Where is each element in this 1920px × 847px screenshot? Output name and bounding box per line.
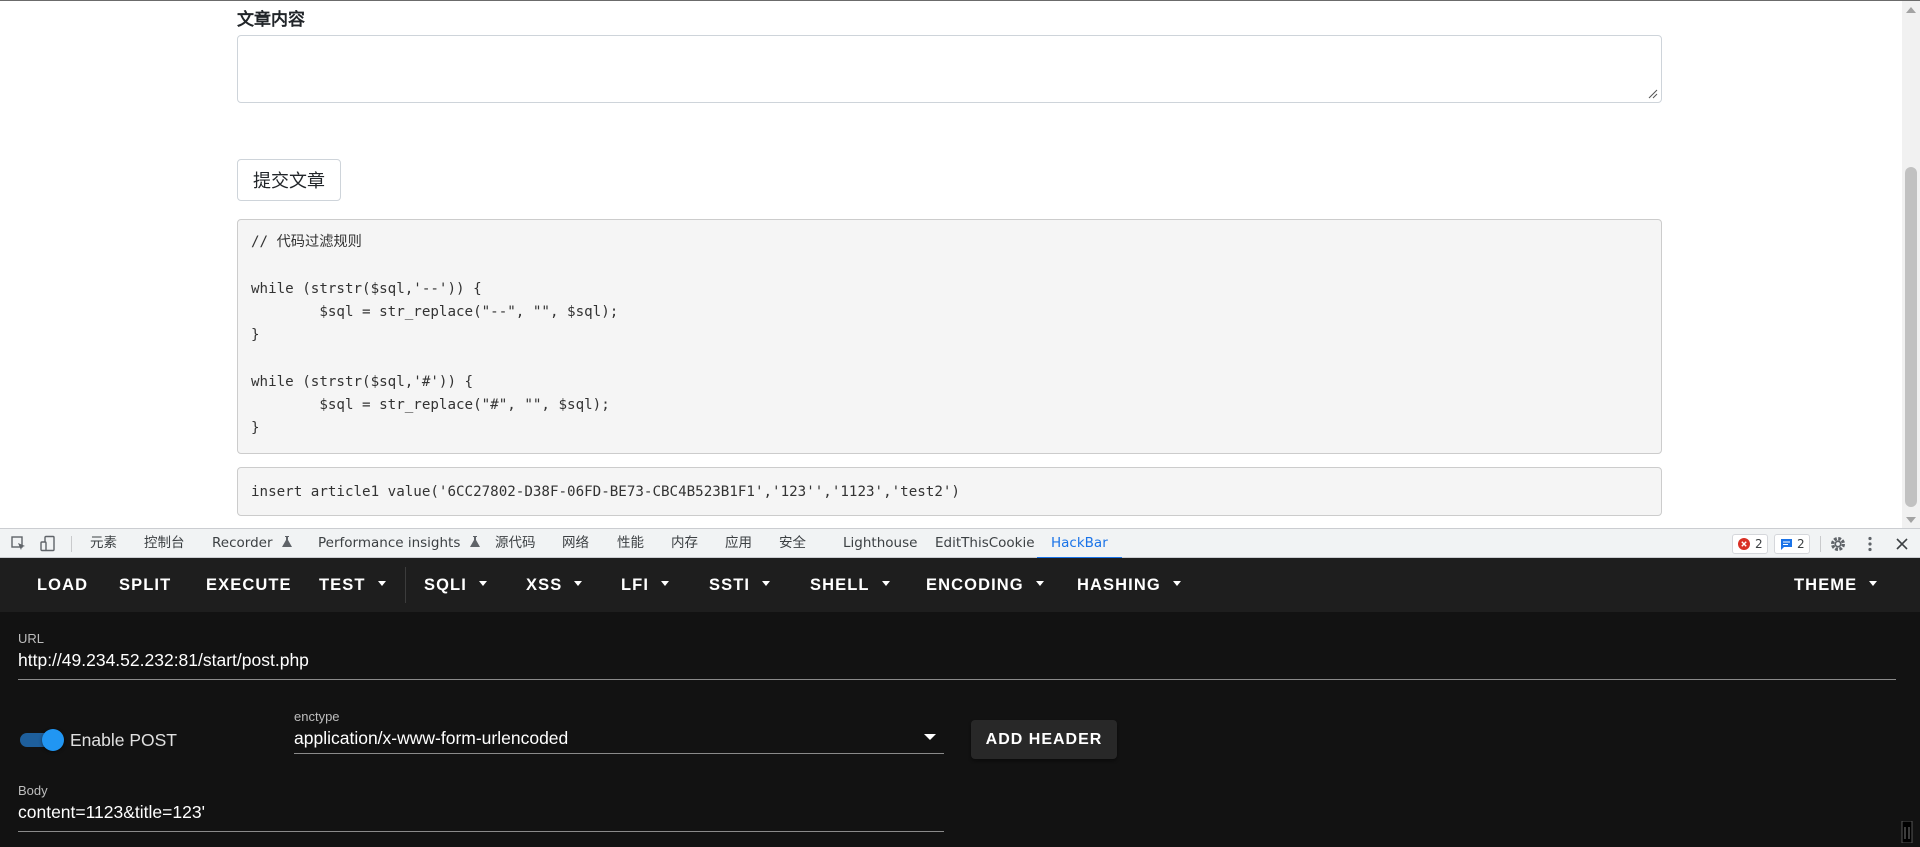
lfi-menu-button[interactable]: LFI bbox=[621, 558, 670, 612]
more-vert-icon[interactable] bbox=[1861, 535, 1879, 553]
url-underline bbox=[18, 679, 1896, 680]
inspect-element-icon[interactable] bbox=[10, 535, 28, 553]
lfi-menu-label: LFI bbox=[621, 576, 650, 594]
scroll-up-icon[interactable] bbox=[1906, 7, 1916, 13]
scroll-down-icon[interactable] bbox=[1906, 517, 1916, 523]
theme-menu-label: THEME bbox=[1794, 576, 1858, 594]
chevron-down-icon bbox=[1035, 581, 1044, 587]
test-menu-button[interactable]: TEST bbox=[319, 558, 386, 612]
body-label: Body bbox=[18, 783, 48, 798]
error-count: 2 bbox=[1755, 537, 1763, 551]
execute-button[interactable]: EXECUTE bbox=[206, 558, 292, 612]
sqli-menu-button[interactable]: SQLI bbox=[424, 558, 487, 612]
error-count-badge[interactable]: 2 bbox=[1732, 534, 1768, 554]
theme-menu-button[interactable]: THEME bbox=[1794, 558, 1878, 612]
page-scrollbar[interactable] bbox=[1902, 1, 1920, 528]
chevron-down-icon bbox=[661, 581, 670, 587]
chevron-down-icon bbox=[574, 581, 583, 587]
code-filter-rules-text: // 代码过滤规则 while (strstr($sql,'--')) { $s… bbox=[251, 234, 619, 437]
chevron-down-icon bbox=[762, 581, 771, 587]
chevron-down-icon bbox=[377, 581, 386, 587]
enable-post-toggle[interactable] bbox=[20, 729, 64, 751]
load-button[interactable]: LOAD bbox=[37, 558, 88, 612]
tab-recorder[interactable]: Recorder bbox=[212, 529, 292, 558]
error-icon bbox=[1738, 538, 1750, 550]
content-label: 文章内容 bbox=[237, 10, 305, 30]
enctype-select[interactable]: application/x-www-form-urlencoded bbox=[294, 728, 568, 749]
sql-query-text: insert article1 value('6CC27802-D38F-06F… bbox=[251, 483, 960, 500]
hashing-menu-label: HASHING bbox=[1077, 576, 1161, 594]
tab-performance-insights[interactable]: Performance insights bbox=[318, 529, 480, 558]
add-header-button[interactable]: ADD HEADER bbox=[971, 720, 1117, 759]
body-input[interactable]: content=1123&title=123' bbox=[18, 802, 205, 823]
device-toggle-icon[interactable] bbox=[39, 535, 57, 553]
ssti-menu-button[interactable]: SSTI bbox=[709, 558, 771, 612]
tab-recorder-label: Recorder bbox=[212, 535, 273, 551]
tab-sources[interactable]: 源代码 bbox=[495, 529, 536, 558]
sqli-menu-label: SQLI bbox=[424, 576, 467, 594]
split-button[interactable]: SPLIT bbox=[119, 558, 171, 612]
tab-editthiscookie[interactable]: EditThisCookie bbox=[935, 529, 1035, 558]
enctype-label: enctype bbox=[294, 709, 340, 724]
tab-elements[interactable]: 元素 bbox=[90, 529, 117, 558]
tab-performance[interactable]: 性能 bbox=[617, 529, 644, 558]
hackbar-panel: LOAD SPLIT EXECUTE TEST SQLI XSS LFI SST… bbox=[0, 558, 1920, 847]
tab-application[interactable]: 应用 bbox=[725, 529, 752, 558]
enable-post-label: Enable POST bbox=[70, 730, 177, 750]
submit-article-button[interactable]: 提交文章 bbox=[237, 159, 341, 201]
chevron-down-icon bbox=[1172, 581, 1181, 587]
tab-performance-insights-label: Performance insights bbox=[318, 535, 461, 551]
xss-menu-button[interactable]: XSS bbox=[526, 558, 583, 612]
xss-menu-label: XSS bbox=[526, 576, 563, 594]
encoding-menu-label: ENCODING bbox=[926, 576, 1024, 594]
message-count-badge[interactable]: 2 bbox=[1774, 534, 1810, 554]
url-label: URL bbox=[18, 631, 45, 646]
tab-security[interactable]: 安全 bbox=[779, 529, 806, 558]
dropdown-arrow-icon[interactable] bbox=[924, 734, 936, 740]
message-icon bbox=[1781, 539, 1792, 550]
encoding-menu-button[interactable]: ENCODING bbox=[926, 558, 1044, 612]
hashing-menu-button[interactable]: HASHING bbox=[1077, 558, 1181, 612]
sql-output: insert article1 value('6CC27802-D38F-06F… bbox=[237, 467, 1662, 516]
panel-resize-grip-icon[interactable] bbox=[1900, 821, 1914, 843]
shell-menu-label: SHELL bbox=[810, 576, 870, 594]
enctype-underline bbox=[294, 753, 944, 754]
tab-hackbar[interactable]: HackBar bbox=[1037, 529, 1122, 559]
tab-lighthouse[interactable]: Lighthouse bbox=[843, 529, 917, 558]
tab-console[interactable]: 控制台 bbox=[144, 529, 185, 558]
flask-icon bbox=[281, 536, 292, 547]
tab-network[interactable]: 网络 bbox=[562, 529, 589, 558]
page-viewport: 文章内容 提交文章 // 代码过滤规则 while (strstr($sql,'… bbox=[0, 0, 1920, 528]
body-underline bbox=[18, 831, 944, 832]
tab-memory[interactable]: 内存 bbox=[671, 529, 698, 558]
close-icon[interactable] bbox=[1893, 535, 1911, 553]
hackbar-toolbar: LOAD SPLIT EXECUTE TEST SQLI XSS LFI SST… bbox=[0, 558, 1920, 612]
scroll-thumb[interactable] bbox=[1905, 167, 1917, 507]
devtools-tab-bar: 元素 控制台 Recorder Performance insights 源代码… bbox=[0, 528, 1920, 559]
code-filter-rules: // 代码过滤规则 while (strstr($sql,'--')) { $s… bbox=[237, 219, 1662, 454]
shell-menu-button[interactable]: SHELL bbox=[810, 558, 890, 612]
message-count: 2 bbox=[1797, 537, 1805, 551]
url-input[interactable]: http://49.234.52.232:81/start/post.php bbox=[18, 650, 309, 671]
resize-grip-icon[interactable] bbox=[1648, 89, 1658, 99]
chevron-down-icon bbox=[1869, 581, 1878, 587]
flask-icon bbox=[469, 536, 480, 547]
chevron-down-icon bbox=[478, 581, 487, 587]
chevron-down-icon bbox=[881, 581, 890, 587]
gear-icon[interactable] bbox=[1829, 535, 1847, 553]
toggle-knob bbox=[42, 729, 64, 751]
content-textarea[interactable] bbox=[237, 35, 1662, 103]
test-menu-label: TEST bbox=[319, 576, 366, 594]
ssti-menu-label: SSTI bbox=[709, 576, 751, 594]
